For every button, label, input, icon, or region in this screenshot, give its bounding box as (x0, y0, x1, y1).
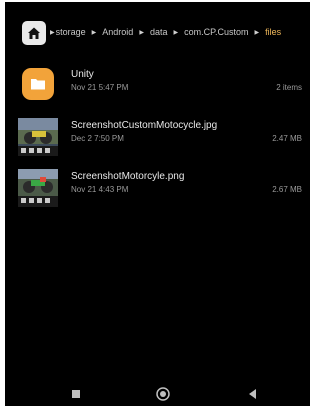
back-button[interactable] (245, 386, 261, 402)
home-circle-icon (156, 387, 170, 401)
file-size: 2.67 MB (272, 185, 302, 194)
image-thumbnail (18, 118, 58, 156)
item-count: 2 items (276, 83, 302, 92)
breadcrumb-item-storage[interactable]: storage (56, 27, 86, 37)
file-name: ScreenshotMotorcyle.png (71, 171, 185, 182)
back-icon (249, 389, 256, 399)
breadcrumb-item-package[interactable]: com.CP.Custom (184, 27, 248, 37)
image-thumbnail (18, 169, 58, 207)
breadcrumb-separator: ▶ (91, 29, 97, 36)
breadcrumb-separator: ▶ (254, 29, 260, 36)
file-size: 2.47 MB (272, 134, 302, 143)
breadcrumb-separator: ▶ (139, 29, 144, 36)
file-name: ScreenshotCustomMotocycle.jpg (71, 120, 218, 131)
file-date: Dec 2 7:50 PM (71, 134, 124, 143)
file-list-item-folder[interactable]: Unity Nov 21 5:47 PM 2 items (5, 65, 310, 109)
folder-badge (22, 68, 54, 100)
folder-icon (31, 79, 45, 90)
breadcrumb-separator: ▶ (173, 29, 179, 36)
file-list-item-png[interactable]: ScreenshotMotorcyle.png Nov 21 4:43 PM 2… (5, 167, 310, 211)
breadcrumb-item-android[interactable]: Android (102, 27, 133, 37)
breadcrumb: ▶ storage ▶ Android ▶ data ▶ com.CP.Cust… (5, 20, 310, 46)
file-list-item-jpg[interactable]: ScreenshotCustomMotocycle.jpg Dec 2 7:50… (5, 116, 310, 160)
recent-apps-icon (72, 390, 80, 398)
android-nav-bar (5, 382, 310, 406)
file-date: Nov 21 5:47 PM (71, 83, 129, 92)
recent-apps-button[interactable] (68, 386, 84, 402)
file-date: Nov 21 4:43 PM (71, 185, 129, 194)
breadcrumb-item-files[interactable]: files (265, 27, 281, 37)
file-name: Unity (71, 69, 94, 80)
home-nav-button[interactable] (155, 386, 171, 402)
breadcrumb-item-data[interactable]: data (150, 27, 168, 37)
breadcrumb-home-button[interactable] (22, 21, 46, 45)
home-icon (28, 27, 40, 39)
file-manager-screen: ▶ storage ▶ Android ▶ data ▶ com.CP.Cust… (5, 2, 310, 406)
breadcrumb-separator: ▶ (50, 29, 55, 36)
